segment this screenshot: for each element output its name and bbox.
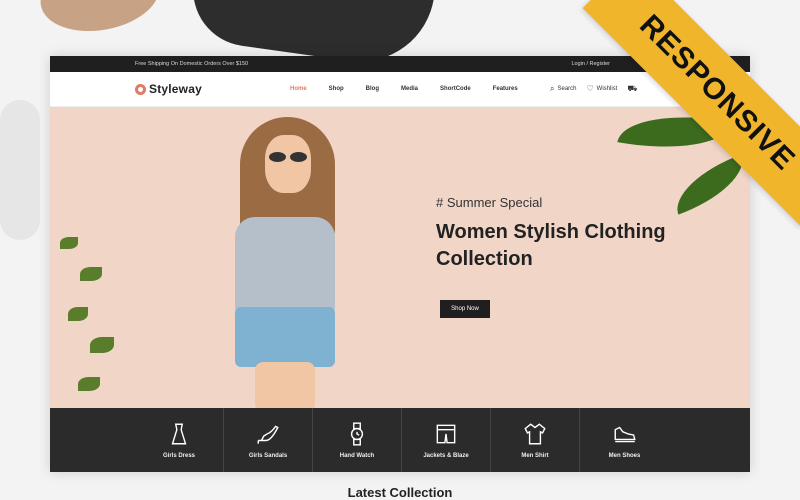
shoe-image bbox=[34, 0, 166, 40]
watch-icon bbox=[350, 422, 364, 446]
category-label: Men Shoes bbox=[608, 453, 641, 459]
category-jackets-blaze[interactable]: Jackets & Blaze bbox=[402, 408, 491, 472]
main-menu: Home Shop Blog Media ShortCode Features bbox=[290, 86, 518, 92]
menu-item-shortcode[interactable]: ShortCode bbox=[440, 86, 471, 92]
category-men-shoes[interactable]: Men Shoes bbox=[580, 408, 669, 472]
shoe-image bbox=[0, 100, 40, 240]
menu-item-shop[interactable]: Shop bbox=[329, 86, 344, 92]
category-hand-watch[interactable]: Hand Watch bbox=[313, 408, 402, 472]
logo[interactable]: Styleway bbox=[135, 82, 202, 96]
menu-item-home[interactable]: Home bbox=[290, 86, 307, 92]
category-label: Men Shirt bbox=[521, 453, 549, 459]
dress-icon bbox=[171, 423, 187, 445]
ribbon-text: RESPONSIVE bbox=[633, 8, 800, 177]
logo-icon bbox=[135, 83, 146, 95]
shop-now-button[interactable]: Shop Now bbox=[440, 300, 490, 318]
category-label: Girls Dress bbox=[162, 453, 196, 459]
responsive-ribbon: RESPONSIVE bbox=[570, 0, 800, 230]
heel-icon bbox=[257, 425, 279, 444]
section-title: Latest Collection bbox=[347, 485, 453, 500]
search-icon: ⌕ bbox=[550, 84, 555, 93]
category-men-shirt[interactable]: Men Shirt bbox=[491, 408, 580, 472]
shirt-icon bbox=[524, 423, 546, 445]
background-shoes bbox=[0, 0, 460, 72]
category-bar: Girls Dress Girls Sandals Hand Watch Jac… bbox=[50, 408, 750, 472]
menu-item-blog[interactable]: Blog bbox=[366, 86, 379, 92]
shorts-icon bbox=[436, 424, 456, 444]
menu-item-features[interactable]: Features bbox=[493, 86, 518, 92]
shipping-notice: Free Shipping On Domestic Orders Over $1… bbox=[135, 61, 249, 67]
category-label: Jackets & Blaze bbox=[423, 453, 469, 459]
category-label: Hand Watch bbox=[339, 453, 375, 459]
menu-item-media[interactable]: Media bbox=[401, 86, 418, 92]
category-girls-dress[interactable]: Girls Dress bbox=[135, 408, 224, 472]
category-girls-sandals[interactable]: Girls Sandals bbox=[224, 408, 313, 472]
logo-text: Styleway bbox=[149, 82, 202, 96]
shoe-icon bbox=[614, 426, 636, 443]
plant-image bbox=[50, 217, 125, 407]
category-label: Girls Sandals bbox=[248, 453, 288, 459]
hero-tag: # Summer Special bbox=[436, 195, 543, 210]
model-image bbox=[225, 107, 355, 408]
